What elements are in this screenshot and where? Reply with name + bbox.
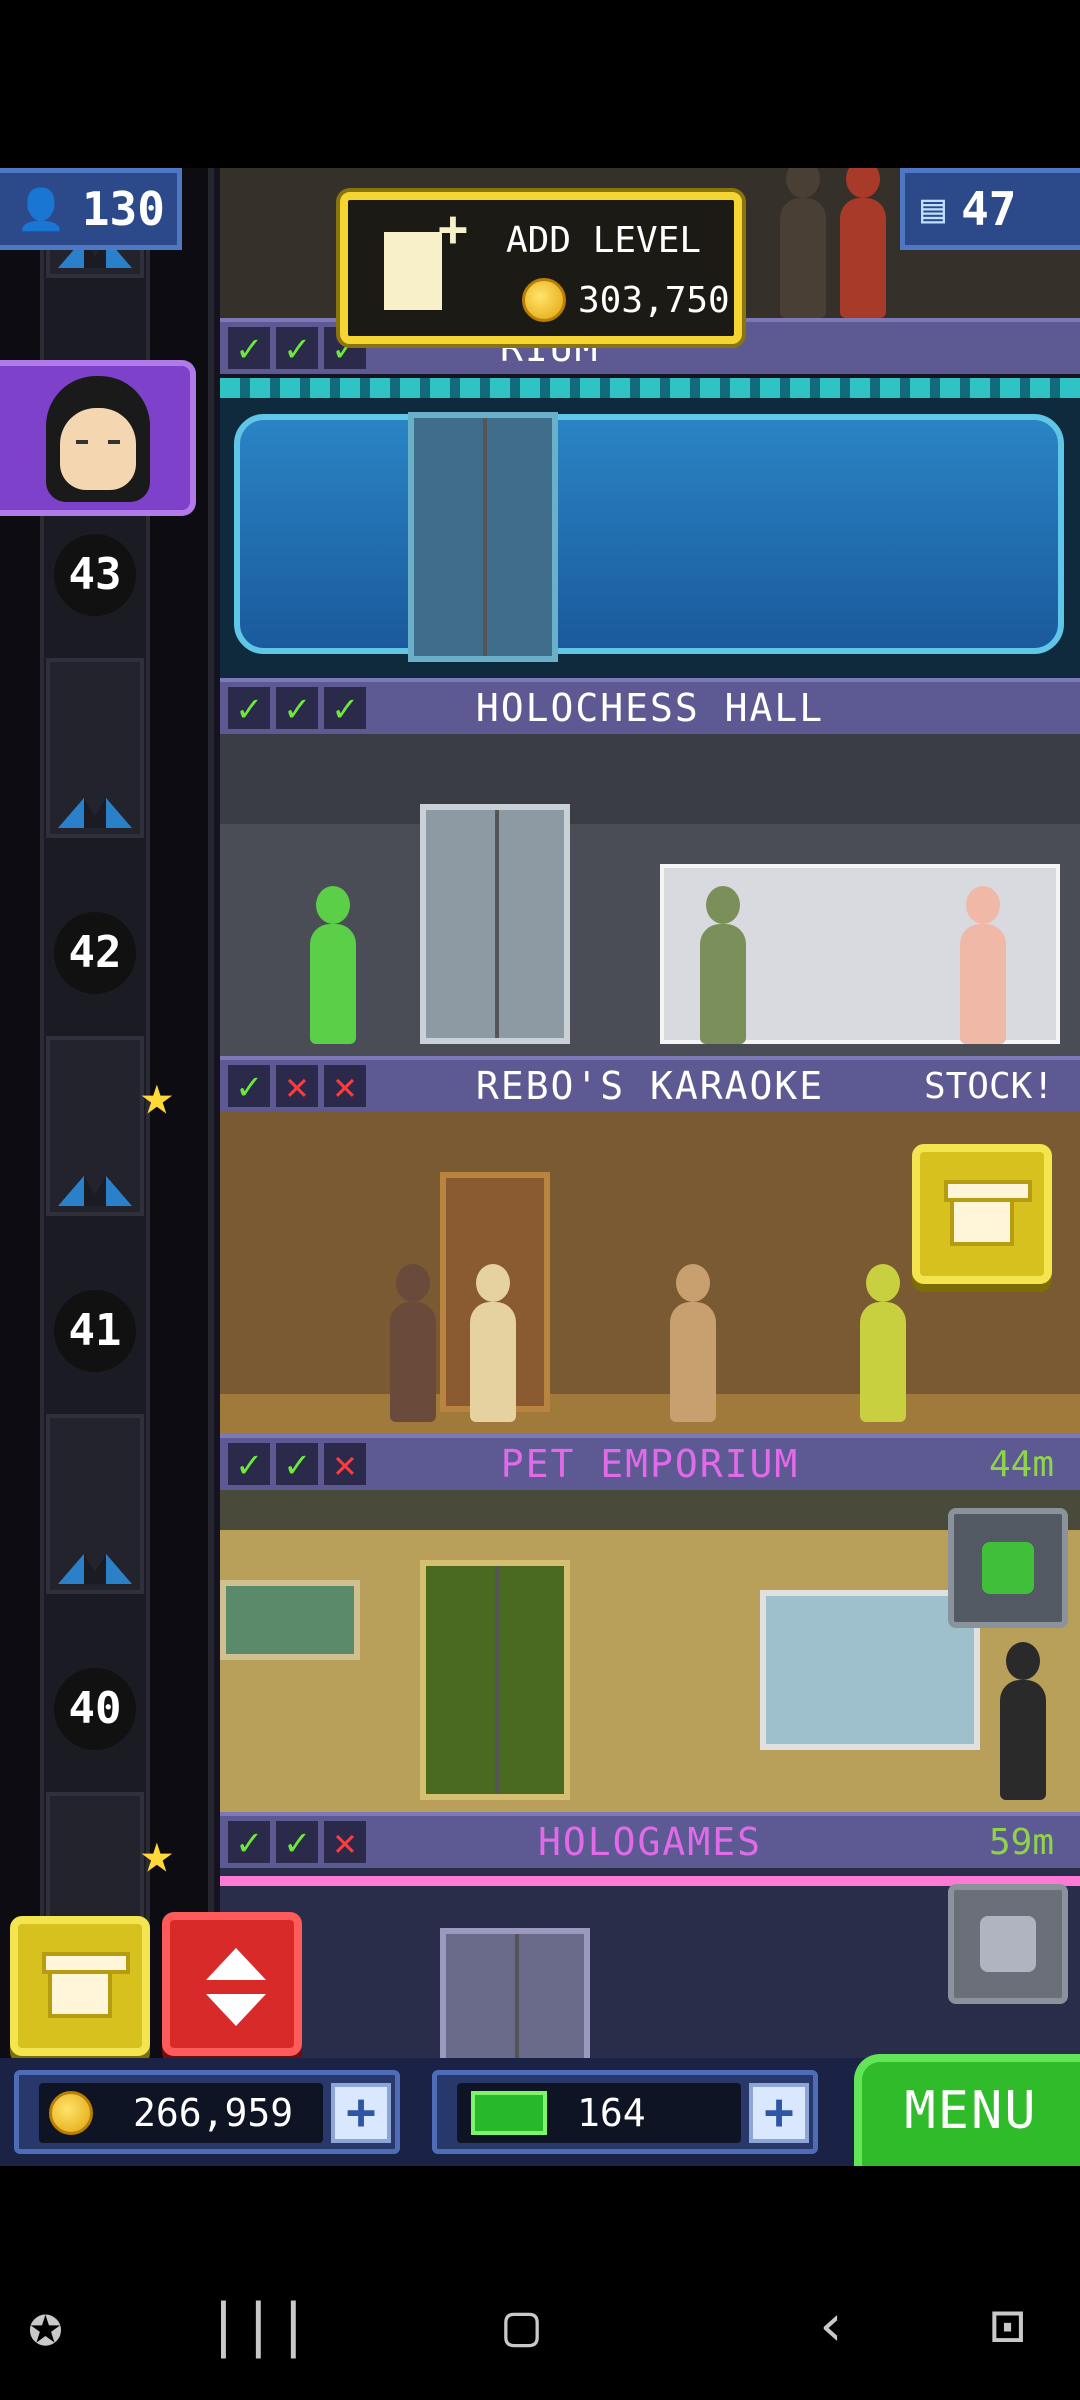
floor-number-41: 41 [54, 1290, 136, 1372]
elevator-arrows-icon [58, 1176, 132, 1206]
bitizen[interactable] [670, 1264, 716, 1422]
bitizen-alert-button[interactable] [948, 1508, 1068, 1628]
floor-number-42: 42 [54, 912, 136, 994]
avatar-eye [108, 440, 120, 444]
elevator-car [46, 658, 144, 838]
star-icon: ★ [140, 1821, 174, 1886]
floor-number-43: 43 [54, 534, 136, 616]
coin-panel: 266,959 + [14, 2070, 400, 2154]
bitizen[interactable] [1000, 1642, 1046, 1800]
elevator-arrows-icon [58, 798, 132, 828]
elevator-control-button[interactable] [162, 1912, 302, 2056]
floor-status: STOCK! [923, 1065, 1054, 1107]
elevator-arrows-icon [58, 1554, 132, 1584]
bitizen[interactable] [840, 168, 886, 318]
floor-timer: 44m [988, 1443, 1054, 1485]
floor-name: HOLOGAMES [538, 1820, 762, 1864]
floor-trim [220, 378, 1080, 398]
bux-value: 164 [577, 2091, 646, 2135]
buy-bux-button[interactable]: + [749, 2083, 809, 2143]
robot-icon [980, 1916, 1036, 1972]
recent-apps-icon[interactable]: ||| [206, 2296, 311, 2354]
floor-label-bar: ✓ ✓ ✕ HOLOGAMES 59m [220, 1812, 1080, 1868]
floor-timer: 59m [988, 1821, 1054, 1863]
bitizen[interactable] [780, 168, 826, 318]
coin-icon [522, 278, 566, 322]
bux-display: 164 [457, 2083, 741, 2143]
alien-icon [982, 1542, 1034, 1594]
population-value: 130 [81, 182, 165, 236]
floor-name: HOLOCHESS HALL [475, 686, 825, 730]
floor-label-bar: ✓ ✕ ✕ REBO'S KARAOKE STOCK! [220, 1056, 1080, 1112]
add-level-cost: 303,750 [522, 278, 730, 322]
bitizen[interactable] [470, 1264, 516, 1422]
resident-avatar[interactable] [0, 360, 196, 516]
check-icon: ✓ [276, 327, 318, 369]
floor-count-value: 47 [961, 182, 1017, 236]
elevator-car [46, 1414, 144, 1594]
person-icon: 👤 [16, 186, 66, 233]
bitizen[interactable] [860, 1264, 906, 1422]
room-art [220, 734, 1080, 1056]
status-area [0, 0, 1080, 168]
bitizen[interactable] [390, 1264, 436, 1422]
aquarium-room[interactable] [220, 398, 1080, 678]
check-icon: ✓ [228, 327, 270, 369]
room-wall [220, 734, 1080, 824]
stock-all-button[interactable] [10, 1916, 150, 2056]
coin-value: 266,959 [133, 2091, 294, 2135]
avatar-face [60, 408, 136, 490]
floor-label-bar: ✓ ✓ ✕ PET EMPORIUM 44m [220, 1434, 1080, 1490]
bitizen[interactable] [310, 886, 356, 1044]
avatar-eye [76, 440, 88, 444]
room-floor [220, 1394, 1080, 1434]
game-view[interactable]: 43 42 41 40 ★ ★ ✓ ✓ ✓ RIUM 👤 130 ▤ 47 + … [0, 168, 1080, 2166]
bux-icon [471, 2091, 547, 2135]
aquarium-tank [234, 414, 1064, 654]
add-level-label: ADD LEVEL [506, 220, 702, 261]
game-launcher-icon[interactable]: ✪ [28, 2296, 63, 2354]
floor-label-bar: ✓ ✓ ✓ HOLOCHESS HALL [220, 678, 1080, 734]
star-icon: ★ [140, 1063, 174, 1128]
arrow-down-icon [206, 1994, 266, 2026]
arrow-up-icon [206, 1948, 266, 1980]
crate-icon [944, 1180, 1032, 1246]
elevator-door [420, 1560, 570, 1800]
room-art [220, 398, 1080, 678]
menu-button[interactable]: MENU [854, 2054, 1080, 2166]
building-icon: ▤ [921, 186, 946, 232]
pet-tank [760, 1590, 980, 1750]
stock-crate-button[interactable] [912, 1144, 1052, 1284]
coin-icon [49, 2091, 93, 2135]
bitizen-alert-button[interactable] [948, 1884, 1068, 2004]
floor-counter[interactable]: ▤ 47 [900, 168, 1080, 250]
home-icon[interactable]: ▢ [504, 2296, 539, 2354]
system-nav-bar [0, 2166, 1080, 2400]
back-icon[interactable]: ‹ [814, 2296, 849, 2354]
floor-holochess-hall[interactable]: ✓ ✓ ✓ HOLOCHESS HALL [220, 678, 1080, 1056]
screen-lock-icon[interactable]: ⊡ [990, 2296, 1025, 2354]
bitizen[interactable] [960, 886, 1006, 1044]
add-level-button[interactable]: ADD LEVEL 303,750 [340, 192, 742, 344]
crate-icon [42, 1952, 130, 2018]
add-floor-icon [384, 200, 468, 310]
elevator-car [46, 1036, 144, 1216]
bux-panel: 164 + [432, 2070, 818, 2154]
buy-coins-button[interactable]: + [331, 2083, 391, 2143]
add-level-cost-value: 303,750 [578, 279, 730, 321]
bitizen[interactable] [700, 886, 746, 1044]
fish-tank [220, 1580, 360, 1660]
coin-display: 266,959 [39, 2083, 323, 2143]
elevator-door [408, 412, 558, 662]
population-counter[interactable]: 👤 130 [0, 168, 182, 250]
floor-name: PET EMPORIUM [500, 1442, 800, 1486]
floor-number-40: 40 [54, 1668, 136, 1750]
elevator-door [420, 804, 570, 1044]
